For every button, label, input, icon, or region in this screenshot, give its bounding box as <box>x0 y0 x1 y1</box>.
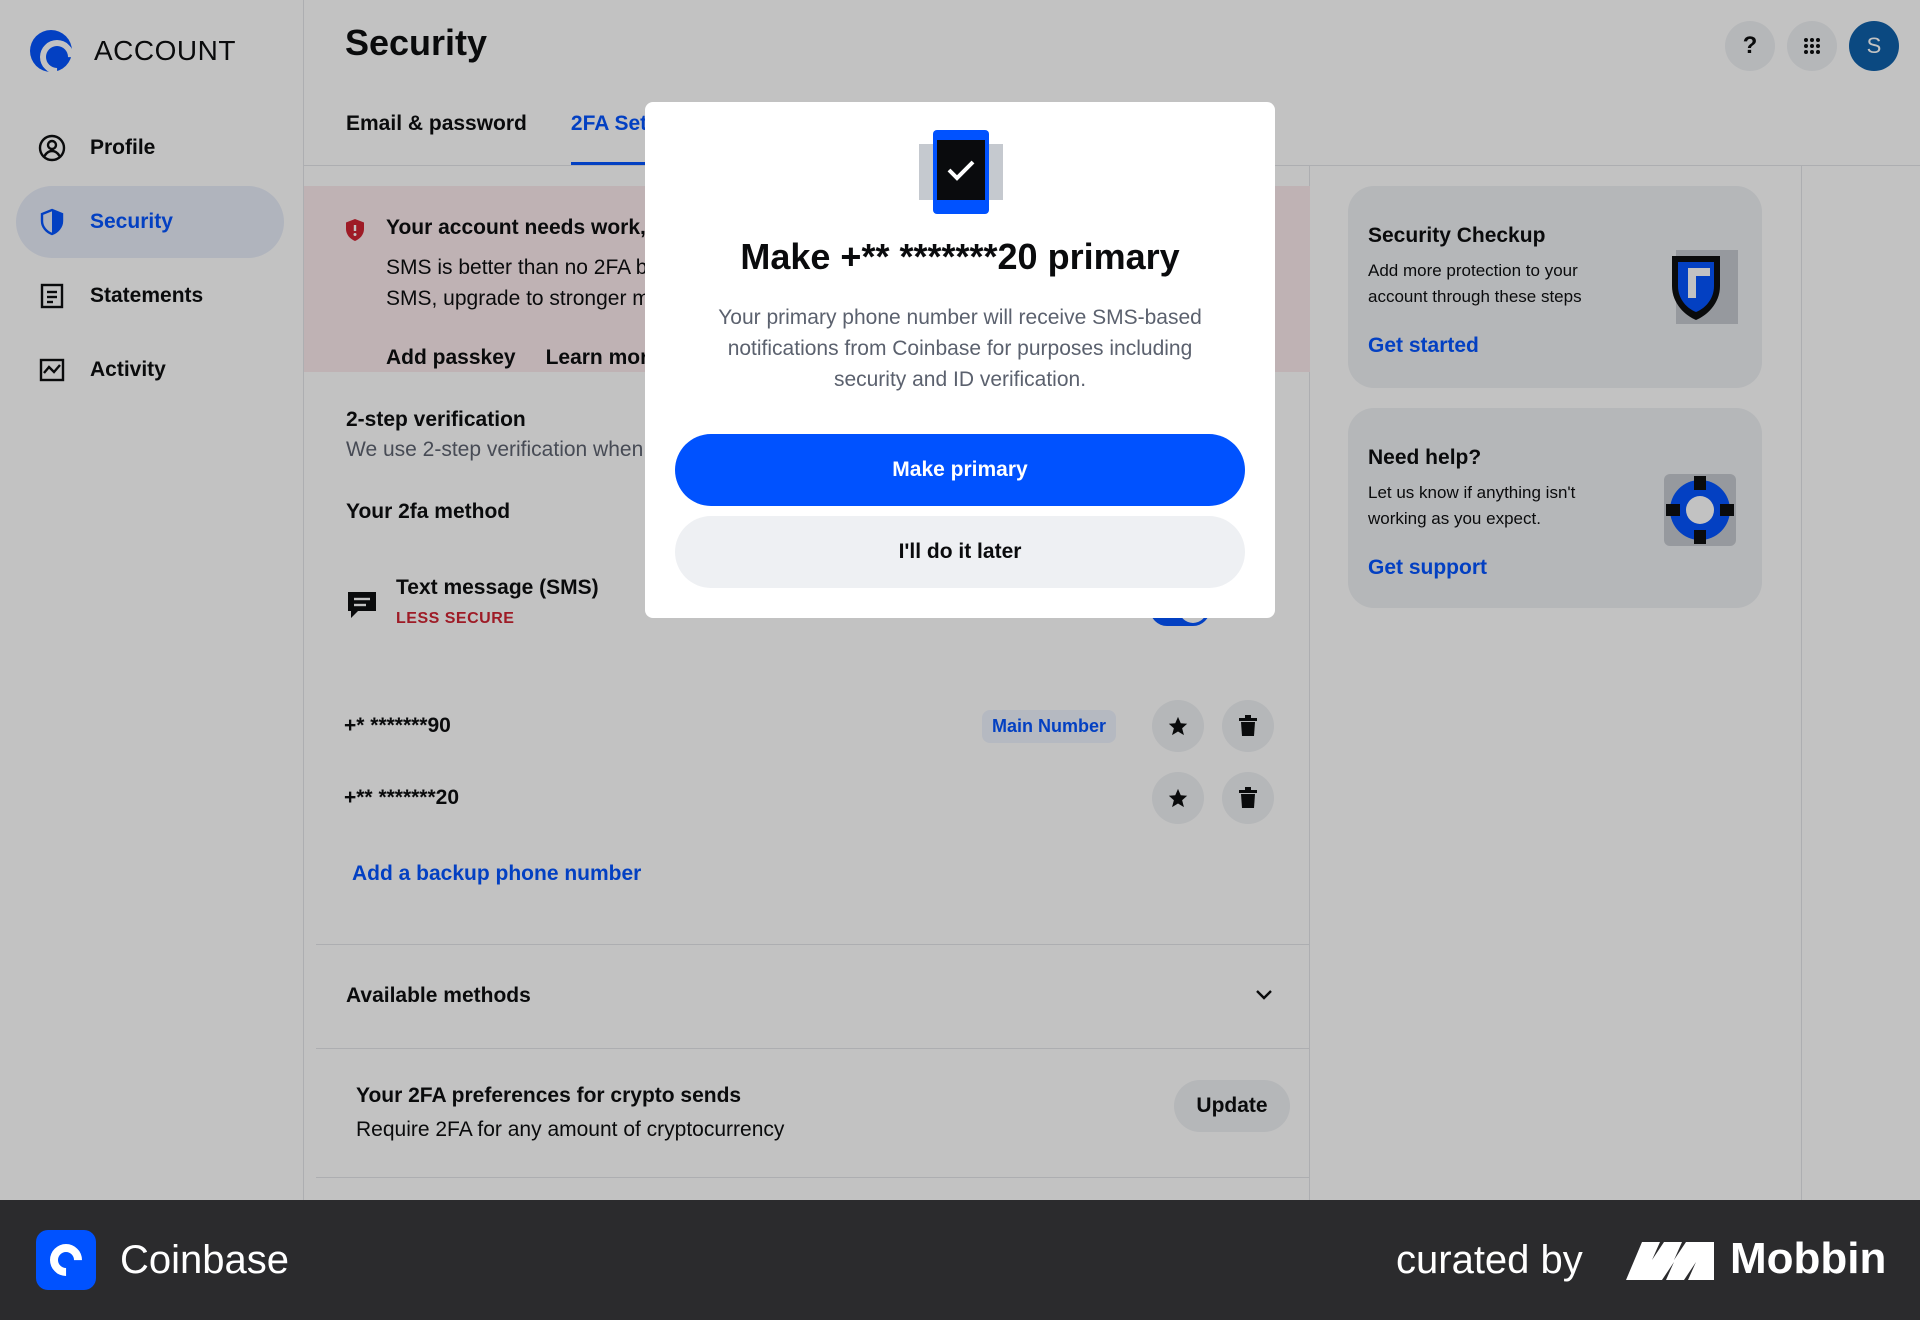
make-primary-dialog: Make +** *******20 primary Your primary … <box>645 102 1275 618</box>
do-it-later-button[interactable]: I'll do it later <box>675 516 1245 588</box>
footer-curated-label: curated by <box>1396 1238 1583 1282</box>
app: ACCOUNT Profile Security Statements Acti… <box>0 0 1920 1200</box>
make-primary-button[interactable]: Make primary <box>675 434 1245 506</box>
phone-check-icon <box>919 130 1003 223</box>
footer-mobbin-label: Mobbin <box>1730 1234 1887 1283</box>
dialog-title: Make +** *******20 primary <box>740 236 1180 277</box>
dialog-body: Your primary phone number will receive S… <box>718 306 1202 391</box>
coinbase-app-icon <box>36 1230 96 1290</box>
footer-app-name: Coinbase <box>120 1238 290 1282</box>
footer-banner: Coinbase curated by Mobbin <box>0 1200 1920 1320</box>
mobbin-logo-icon <box>1626 1238 1714 1287</box>
